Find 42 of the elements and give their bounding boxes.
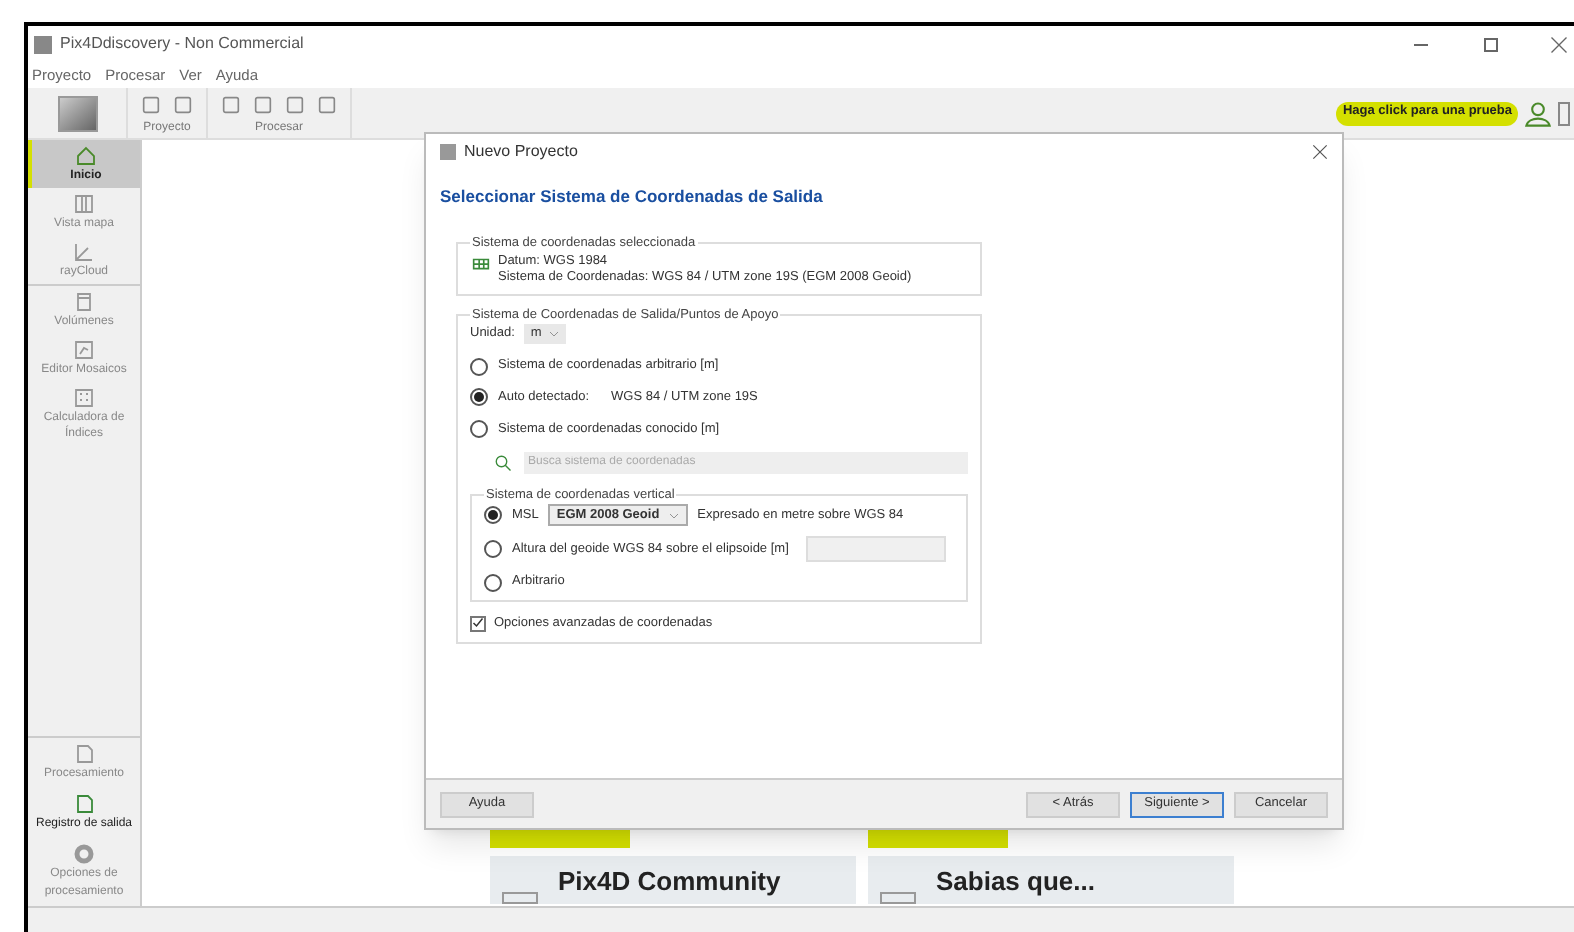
dialog-icon: [440, 144, 456, 160]
panel-icon[interactable]: [1558, 101, 1570, 125]
nav-icon: [72, 338, 96, 362]
close-icon: [1550, 35, 1568, 53]
radio-button[interactable]: [470, 420, 488, 439]
toolbar-icon: [220, 94, 242, 116]
nav-icon: [72, 386, 96, 410]
dialog-heading: Seleccionar Sistema de Coordenadas de Salida: [438, 184, 825, 210]
window-title: Pix4Ddiscovery - Non Commercial: [60, 32, 304, 56]
document-icon: [72, 792, 96, 816]
toolbar-icon: [316, 94, 338, 116]
maximize-icon[interactable]: [1484, 37, 1498, 51]
close-icon: [1312, 144, 1328, 160]
nav-icon: [72, 240, 96, 264]
radio-button[interactable]: [484, 506, 502, 525]
toolbar-icon: [140, 94, 162, 116]
nav-icon: [72, 290, 96, 314]
height-field[interactable]: [806, 536, 947, 563]
search-icon: [494, 453, 512, 471]
app-badge-icon: [57, 95, 97, 131]
dialog-title: Nuevo Proyecto: [464, 140, 578, 164]
banner-strip: [490, 830, 630, 848]
nav-icon: [72, 192, 96, 216]
toolbar-icon: [284, 94, 306, 116]
home-card[interactable]: Sabias que...: [868, 856, 1234, 904]
checkbox[interactable]: [470, 615, 486, 632]
radio-button[interactable]: [484, 573, 502, 592]
chevron-down-icon: [667, 509, 680, 522]
radio-button[interactable]: [470, 357, 488, 376]
chevron-down-icon: [547, 328, 560, 341]
radio-button[interactable]: [470, 388, 488, 407]
toolbar-icon: [172, 94, 194, 116]
nav-icon: [74, 144, 98, 168]
minimize-icon[interactable]: [1414, 43, 1428, 45]
home-card[interactable]: Pix4D Community: [490, 856, 856, 904]
radio-button[interactable]: [484, 540, 502, 559]
toolbar-icon: [252, 94, 274, 116]
user-icon: [1524, 99, 1552, 127]
banner-strip: [868, 830, 1008, 848]
grid-icon: [470, 253, 492, 275]
app-logo-icon: [34, 35, 52, 53]
document-icon: [72, 742, 96, 766]
